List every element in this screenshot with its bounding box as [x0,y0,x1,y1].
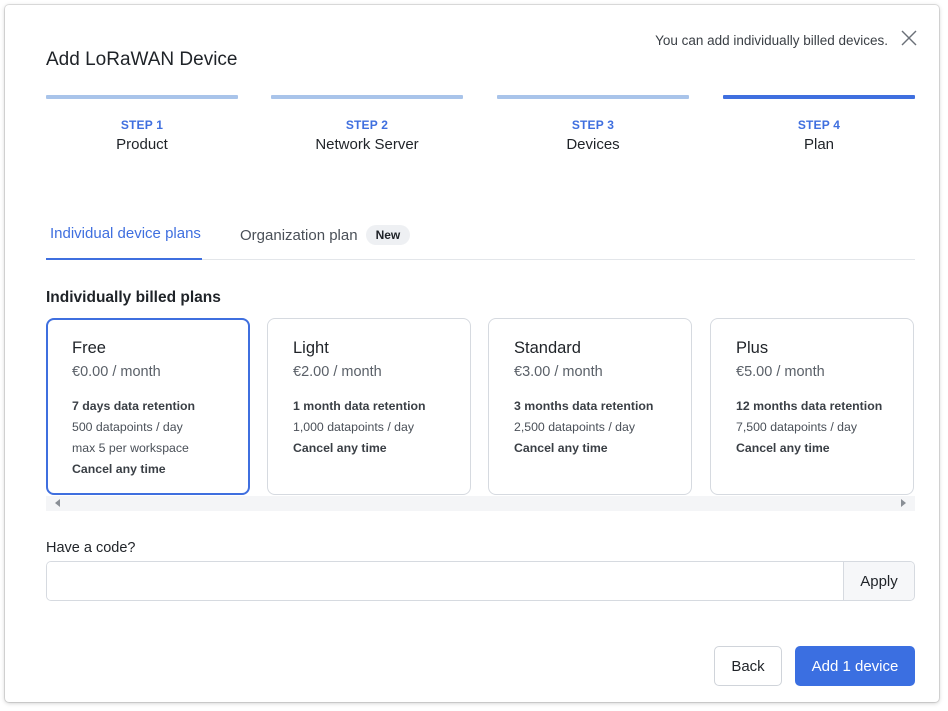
step-label: Plan [803,136,835,153]
plan-cards: Free €0.00 / month 7 days data retention… [46,318,915,496]
step-number: STEP 3 [571,118,615,132]
step-progress-bar [497,95,689,99]
plan-feature: Cancel any time [514,441,608,455]
plan-feature: Cancel any time [72,462,166,476]
stepper: STEP 1 Product STEP 2 Network Server STE… [46,95,915,159]
step-number: STEP 4 [797,118,841,132]
horizontal-scrollbar[interactable] [46,496,915,511]
step-network-server: STEP 2 Network Server [271,95,463,159]
plan-feature: 12 months data retention [736,399,883,413]
plan-feature: 1,000 datapoints / day [293,420,415,434]
plan-feature: 500 datapoints / day [72,420,183,434]
scroll-right-arrow-icon[interactable] [901,499,906,507]
close-icon [901,30,917,46]
step-label: Product [116,136,168,153]
plan-price: €5.00 / month [736,364,825,380]
back-button[interactable]: Back [714,646,782,686]
plan-feature: max 5 per workspace [72,441,189,455]
step-number: STEP 1 [120,118,164,132]
step-progress-bar [271,95,463,99]
plan-feature: Cancel any time [293,441,387,455]
plan-feature: 3 months data retention [514,399,654,413]
code-input[interactable] [47,562,844,600]
plan-feature: 1 month data retention [293,399,426,413]
tab-organization-plan[interactable]: Organization plan New [240,217,411,260]
plan-feature: 7 days data retention [72,399,196,413]
plan-card-standard[interactable]: Standard €3.00 / month 3 months data ret… [488,318,692,495]
new-badge: New [365,225,411,245]
plan-card-light[interactable]: Light €2.00 / month 1 month data retenti… [267,318,471,495]
step-label: Devices [566,136,620,153]
tab-individual-device-plans[interactable]: Individual device plans [46,217,202,260]
code-label: Have a code? [46,540,136,556]
dialog-hint: You can add individually billed devices. [655,33,888,48]
scroll-left-arrow-icon[interactable] [55,499,60,507]
code-input-group: Apply [46,561,915,601]
plan-feature: 7,500 datapoints / day [736,420,858,434]
tab-label: Organization plan [240,227,358,244]
step-label: Network Server [315,136,419,153]
plan-name: Standard [514,339,581,357]
step-product: STEP 1 Product [46,95,238,159]
tab-label: Individual device plans [50,225,201,242]
step-devices: STEP 3 Devices [497,95,689,159]
plan-features: 7 days data retention 500 datapoints / d… [72,396,248,480]
section-title: Individually billed plans [46,289,221,306]
plan-price: €0.00 / month [72,364,161,380]
plan-price: €3.00 / month [514,364,603,380]
step-progress-bar [723,95,915,99]
dialog-title: Add LoRaWAN Device [46,49,238,70]
step-number: STEP 2 [345,118,389,132]
apply-button[interactable]: Apply [843,562,914,600]
plan-card-plus[interactable]: Plus €5.00 / month 12 months data retent… [710,318,914,495]
add-device-dialog: You can add individually billed devices.… [5,5,939,702]
step-plan: STEP 4 Plan [723,95,915,159]
plan-name: Plus [736,339,769,357]
plan-name: Free [72,339,106,357]
plan-name: Light [293,339,329,357]
plan-tabs: Individual device plans Organization pla… [46,217,915,260]
plan-feature: 2,500 datapoints / day [514,420,636,434]
step-progress-bar [46,95,238,99]
add-device-button[interactable]: Add 1 device [795,646,915,686]
plan-feature: Cancel any time [736,441,830,455]
close-button[interactable] [898,27,920,49]
plan-features: 12 months data retention 7,500 datapoint… [736,396,913,459]
plan-price: €2.00 / month [293,364,382,380]
plan-features: 3 months data retention 2,500 datapoints… [514,396,691,459]
plan-card-free[interactable]: Free €0.00 / month 7 days data retention… [46,318,250,495]
plan-features: 1 month data retention 1,000 datapoints … [293,396,470,459]
